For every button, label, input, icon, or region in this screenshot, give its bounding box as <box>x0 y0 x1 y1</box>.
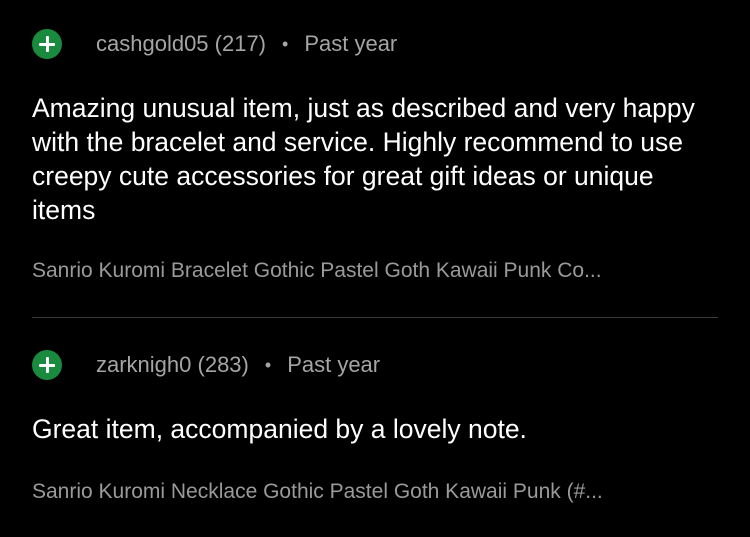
review-text: Amazing unusual item, just as described … <box>32 93 695 225</box>
review-text: Great item, accompanied by a lovely note… <box>32 414 527 444</box>
review-item: cashgold05 (217) • Past year Amazing unu… <box>0 0 750 318</box>
review-timestamp: Past year <box>287 352 381 377</box>
review-header: cashgold05 (217) • Past year <box>32 28 397 60</box>
reviewer-username[interactable]: cashgold05 (217) <box>96 31 266 57</box>
separator-dot: • <box>282 33 289 54</box>
positive-rating-icon <box>32 29 62 59</box>
review-timestamp: Past year <box>304 31 398 56</box>
reviewer-username[interactable]: zarknigh0 (283) <box>96 352 249 378</box>
feedback-list: cashgold05 (217) • Past year Amazing unu… <box>0 0 750 537</box>
item-title-link[interactable]: Sanrio Kuromi Necklace Gothic Pastel Got… <box>32 478 718 506</box>
review-header: zarknigh0 (283) • Past year <box>32 349 380 381</box>
separator-dot: • <box>264 354 272 375</box>
review-item: zarknigh0 (283) • Past year Great item, … <box>0 318 750 537</box>
positive-rating-icon <box>32 350 62 380</box>
item-title-link[interactable]: Sanrio Kuromi Bracelet Gothic Pastel Got… <box>32 257 718 285</box>
